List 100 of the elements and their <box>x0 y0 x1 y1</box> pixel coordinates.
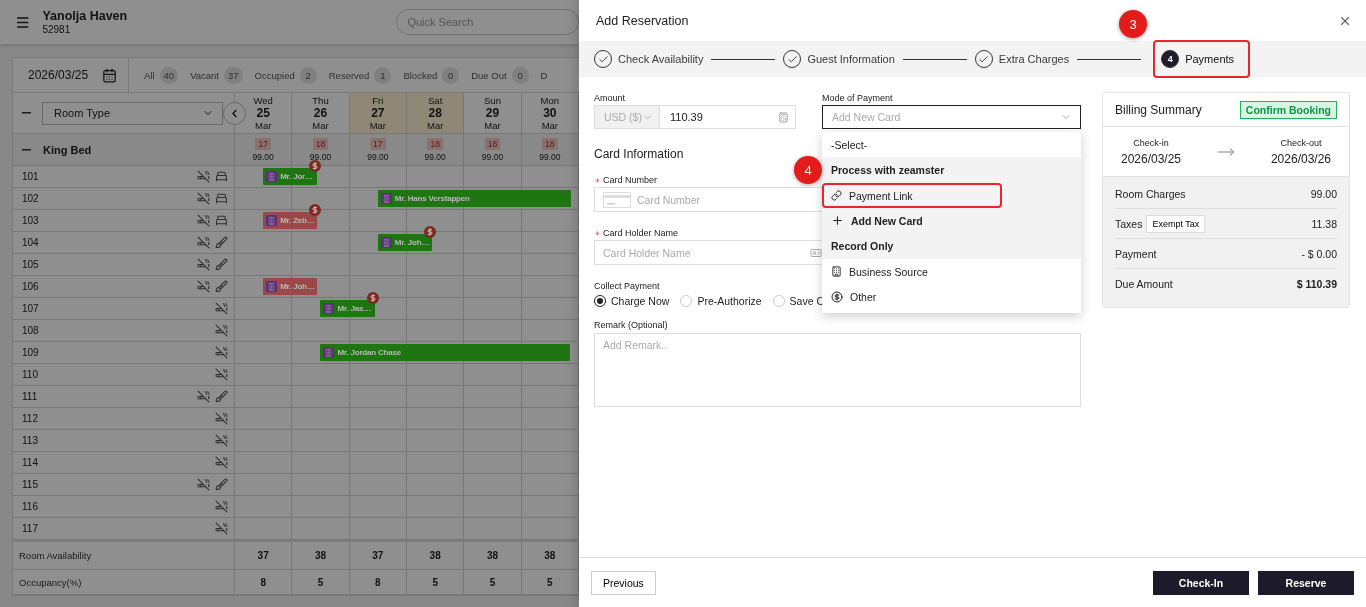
weekday: Thu <box>312 94 329 107</box>
room-number: 116 <box>22 501 39 512</box>
room-number: 102 <box>22 193 40 204</box>
filter-count: 0 <box>511 66 529 84</box>
weekday: Sat <box>428 94 443 107</box>
month: Mar <box>484 119 501 132</box>
rooms-left: 18 <box>427 137 443 150</box>
weekday: Sun <box>484 94 501 107</box>
hotel-icon <box>266 281 278 292</box>
room-number: 104 <box>22 237 40 248</box>
check-in-date: 2026/03/25 <box>1120 151 1182 166</box>
step[interactable]: Extra Charges <box>974 40 1070 78</box>
room-number: 112 <box>22 413 39 424</box>
filter-count: 0 <box>442 66 460 84</box>
summary-value: 5 <box>464 570 522 594</box>
room-type-select[interactable]: Room Type <box>42 101 223 125</box>
menu-option[interactable]: Other <box>822 284 1081 309</box>
room-number: 111 <box>22 391 39 402</box>
rooms-left: 17 <box>370 137 386 150</box>
exempt-tax-button[interactable]: Exempt Tax <box>1146 214 1206 233</box>
booking-bar[interactable]: Mr. Jor… <box>263 168 318 185</box>
filter-label[interactable]: Due Out <box>471 69 507 81</box>
room-rate: 99.00 <box>539 151 561 162</box>
charge-label: Payment <box>1115 247 1157 260</box>
filter-label[interactable]: Vacant <box>190 69 219 81</box>
month: Mar <box>541 119 558 132</box>
menu-option[interactable]: Payment Link <box>822 183 1081 208</box>
filter-count: 2 <box>299 66 317 84</box>
summary-label: Room Availability <box>19 550 92 561</box>
step[interactable]: Guest Information <box>783 40 895 78</box>
section-heading: Card Information <box>594 147 685 161</box>
charge-value: 11.38 <box>1311 217 1337 230</box>
filter-label[interactable]: Reserved <box>328 69 370 81</box>
filter-count: 1 <box>374 66 392 84</box>
callout-marker: 3 <box>1119 10 1148 38</box>
calendar-icon[interactable] <box>102 67 118 83</box>
charge-value: 99.00 <box>1310 187 1337 200</box>
filter-label[interactable]: D <box>540 69 548 81</box>
room-number: 105 <box>22 259 40 270</box>
hotel-icon <box>380 237 392 248</box>
menu-group-heading: Record Only <box>822 233 1081 259</box>
amount-field[interactable]: 110.39 <box>660 105 796 129</box>
selected-date: 2026/03/25 <box>28 68 89 82</box>
hotel-icon <box>266 171 278 182</box>
room-rate: 99.00 <box>424 151 446 162</box>
field-label: Card Number <box>603 174 658 186</box>
step[interactable]: 4 Payments <box>1153 40 1251 78</box>
guest-name: Mr. Joh… <box>394 238 430 247</box>
field-label: Mode of Payment <box>822 92 894 104</box>
step[interactable]: Check Availability <box>594 40 704 78</box>
booking-bar[interactable]: Mr. Zeb… <box>263 212 318 229</box>
weekday: Wed <box>253 94 273 107</box>
menu-option[interactable]: -Select- <box>822 132 1081 157</box>
booking-bar[interactable]: Mr. Jas… <box>320 300 375 317</box>
booking-bar[interactable]: Mr. Jordan Chase <box>320 344 570 361</box>
payment-radio[interactable]: Charge Now <box>594 295 670 307</box>
charge-value: - $ 0.00 <box>1301 247 1337 260</box>
menu-option[interactable]: Business Source <box>822 259 1081 284</box>
summary-value: 38 <box>521 542 579 569</box>
room-number: 114 <box>22 457 39 468</box>
room-number: 113 <box>22 435 39 446</box>
remark-field[interactable]: Add Remark.. <box>594 333 1081 407</box>
room-rate: 99.00 <box>367 151 389 162</box>
month: Mar <box>312 119 329 132</box>
summary-value: 37 <box>235 542 293 569</box>
payment-mode-select[interactable]: Add New Card <box>822 105 1081 129</box>
month: Mar <box>369 119 386 132</box>
booking-bar[interactable]: Mr. Hans Verstappen <box>377 190 571 207</box>
drawer-title: Add Reservation <box>596 13 689 28</box>
previous-button[interactable]: Previous <box>591 570 656 595</box>
filter-label[interactable]: Occupied <box>254 69 295 81</box>
room-type-name: King Bed <box>43 143 92 156</box>
room-number: 106 <box>22 281 40 292</box>
guest-name: Mr. Joh… <box>280 282 315 291</box>
payment-radio[interactable]: Pre-Authorize <box>680 295 762 307</box>
summary-value: 5 <box>521 570 579 594</box>
menu-group-heading: Process with zeamster <box>822 157 1081 183</box>
action-button[interactable]: Check-In <box>1153 570 1249 595</box>
summary-value: 38 <box>407 542 465 569</box>
month: Mar <box>426 119 444 132</box>
action-button[interactable]: Reserve <box>1258 570 1354 595</box>
check-out-date: 2026/03/26 <box>1270 151 1331 166</box>
collapse-icon[interactable] <box>22 148 31 151</box>
rooms-left: 17 <box>255 137 271 150</box>
date-label: Check-out <box>1280 137 1322 148</box>
booking-bar[interactable]: Mr. Joh… <box>377 234 433 251</box>
day-number: 27 <box>371 106 385 120</box>
booking-bar[interactable]: Mr. Joh… <box>263 278 318 295</box>
room-number: 103 <box>22 215 40 226</box>
room-number: 117 <box>22 523 39 534</box>
rooms-left: 18 <box>312 137 329 150</box>
day-number: 29 <box>485 106 500 120</box>
filter-label[interactable]: Blocked <box>403 69 438 81</box>
hotel-icon <box>323 347 335 358</box>
filter-label[interactable]: All <box>144 69 155 81</box>
step-number: 4 <box>1161 50 1180 68</box>
summary-value: 38 <box>464 542 522 569</box>
menu-option[interactable]: Add New Card <box>822 208 1081 233</box>
summary-value: 5 <box>407 570 465 594</box>
room-number: 107 <box>22 303 40 314</box>
